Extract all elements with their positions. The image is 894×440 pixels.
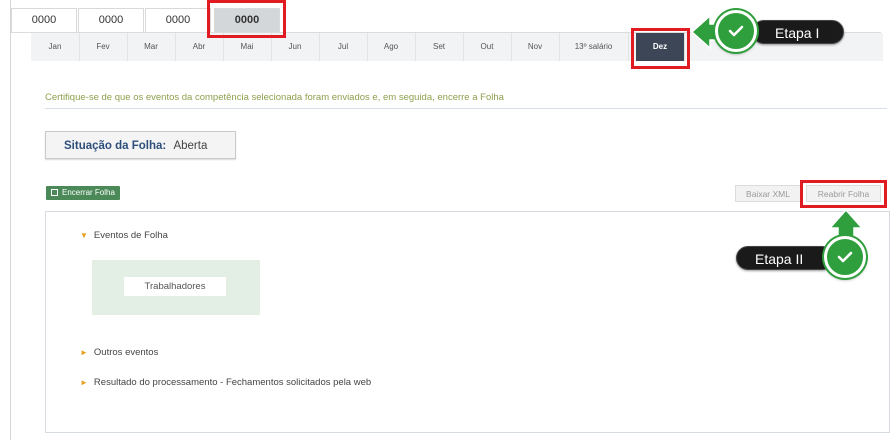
month-tab-nov[interactable]: Nov: [511, 33, 560, 61]
baixar-xml-button[interactable]: Baixar XML: [735, 185, 801, 202]
encerrar-folha-button[interactable]: Encerrar Folha: [46, 186, 120, 200]
highlight-dez-tab: [631, 28, 690, 69]
month-tab-set[interactable]: Set: [415, 33, 464, 61]
payroll-closing-page: 0000 0000 0000 0000 Jan Fev Mar Abr Mai …: [10, 0, 894, 440]
tree-item-eventos-folha[interactable]: ▼ Eventos de Folha: [80, 230, 168, 241]
month-tab-ago[interactable]: Ago: [367, 33, 416, 61]
checkbox-icon: [51, 189, 58, 196]
instruction-text: Certifique-se de que os eventos da compe…: [45, 92, 887, 109]
month-tab-13-salario[interactable]: 13º salário: [559, 33, 629, 61]
trabalhadores-button[interactable]: Trabalhadores: [124, 277, 226, 296]
check-circle-icon: [715, 10, 757, 52]
year-tab-3[interactable]: 0000: [145, 8, 211, 32]
year-tab-1[interactable]: 0000: [11, 8, 77, 32]
status-label: Situação da Folha:: [64, 140, 167, 152]
payroll-status-box: Situação da Folha: Aberta: [45, 131, 236, 159]
eventos-folha-label: Eventos de Folha: [93, 230, 168, 241]
caret-right-icon: ►: [80, 348, 88, 357]
etapa2-label: Etapa II: [755, 251, 804, 267]
outros-eventos-label: Outros eventos: [93, 347, 159, 358]
month-tab-fev[interactable]: Fev: [79, 33, 128, 61]
workers-card: Trabalhadores: [92, 260, 260, 315]
highlight-year-tab: [207, 0, 286, 38]
check-circle-icon: [824, 236, 866, 278]
etapa2-badge: Etapa II: [736, 246, 834, 270]
etapa1-label: Etapa I: [775, 25, 820, 41]
resultado-label: Resultado do processamento - Fechamentos…: [93, 377, 372, 388]
encerrar-folha-label: Encerrar Folha: [62, 188, 115, 197]
month-tab-out[interactable]: Out: [463, 33, 512, 61]
highlight-reabrir-button: [800, 180, 887, 208]
month-tab-mar[interactable]: Mar: [127, 33, 176, 61]
caret-down-icon: ▼: [80, 231, 88, 240]
etapa1-badge: Etapa I: [752, 20, 844, 44]
events-panel: ▼ Eventos de Folha Trabalhadores ► Outros …: [45, 211, 890, 433]
tree-item-outros-eventos[interactable]: ► Outros eventos: [80, 347, 158, 358]
status-value: Aberta: [173, 140, 208, 152]
tree-item-resultado[interactable]: ► Resultado do processamento - Fechamento…: [80, 377, 371, 388]
caret-right-icon: ►: [80, 378, 88, 387]
year-tab-2[interactable]: 0000: [78, 8, 144, 32]
month-tab-jul[interactable]: Jul: [319, 33, 368, 61]
month-tab-jan[interactable]: Jan: [31, 33, 80, 61]
